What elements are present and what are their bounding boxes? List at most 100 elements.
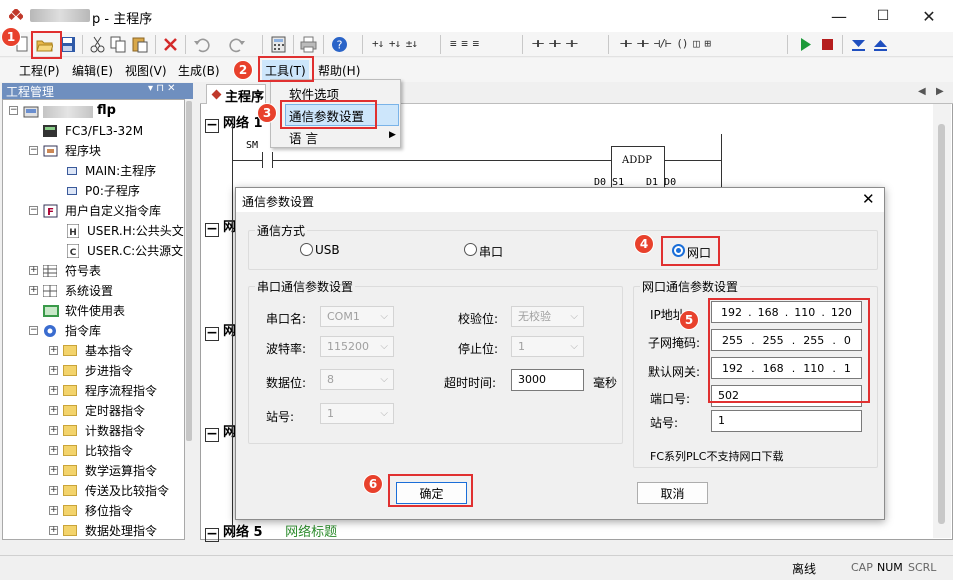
tab-main-label: 主程序	[225, 90, 265, 105]
menu-build[interactable]: 生成(B)	[178, 62, 220, 79]
dialog-close-icon[interactable]: ✕	[862, 190, 875, 208]
insert-tools-icon[interactable]: ⊣⊢ ⊣⊢ ⊣⊢	[532, 37, 578, 50]
tree-label-root: flp	[97, 103, 116, 118]
minimize-button[interactable]: —	[816, 0, 862, 32]
folder-icon	[63, 385, 77, 396]
run-icon[interactable]	[797, 36, 814, 53]
tree-label-instruction-lib: 指令库	[65, 324, 102, 338]
dialog-title-bar: 通信参数设置 ✕	[236, 188, 884, 212]
tree-scrollbar[interactable]	[185, 99, 193, 540]
serial-settings-group: 串口通信参数设置	[248, 278, 623, 444]
network-5-comment[interactable]: 网络标题	[285, 525, 337, 540]
menu-edit[interactable]: 编辑(E)	[72, 62, 113, 79]
radio-serial-label: 串口	[479, 245, 504, 259]
copy-icon[interactable]	[110, 36, 127, 53]
svg-text:H: H	[69, 228, 77, 238]
expand-icon[interactable]: +	[29, 266, 38, 275]
menu-item-language[interactable]: 语 言	[289, 128, 318, 147]
timeout-input[interactable]: 3000	[511, 369, 584, 391]
net-station-input[interactable]: 1	[711, 410, 862, 432]
collapse-icon[interactable]: −	[29, 146, 38, 155]
annotation-badge-1: 1	[1, 27, 21, 47]
plc-project-icon	[23, 106, 39, 118]
tree-label-basic: 基本指令	[85, 344, 134, 358]
paste-icon[interactable]	[131, 36, 148, 53]
editor-scroll-thumb[interactable]	[938, 124, 945, 524]
annotation-box-2	[258, 56, 314, 82]
serial-station-select[interactable]: 1 ⌵	[320, 403, 394, 424]
ladder-tools-group-1[interactable]: +↓ +↓ ±↓	[372, 37, 418, 50]
stopbits-select[interactable]: 1 ⌵	[511, 336, 584, 357]
calculator-icon[interactable]	[270, 36, 287, 53]
app-logo-icon	[9, 9, 23, 21]
expand-icon[interactable]: +	[29, 286, 38, 295]
program-tab-icon	[211, 89, 222, 100]
serial-legend: 串口通信参数设置	[257, 280, 354, 294]
svg-text:C: C	[70, 248, 77, 258]
redo-icon[interactable]	[229, 36, 246, 53]
program-block-icon	[43, 145, 58, 157]
status-num: NUM	[877, 561, 903, 574]
baud-select[interactable]: 115200 ⌵	[320, 336, 394, 357]
plc-icon	[43, 125, 57, 137]
annotation-box-3	[280, 100, 377, 129]
tree-label-shift: 移位指令	[85, 504, 134, 518]
tree-item-root[interactable]: − flp	[9, 102, 184, 122]
tree-label-step: 步进指令	[85, 364, 134, 378]
tree-label-transfer: 传送及比较指令	[85, 484, 170, 498]
editor-scrollbar[interactable]	[933, 104, 951, 538]
print-icon[interactable]	[300, 36, 317, 53]
submenu-arrow-icon: ▶	[389, 130, 396, 140]
tree-label-main: MAIN:主程序	[85, 164, 157, 178]
parity-select[interactable]: 无校验 ⌵	[511, 306, 584, 327]
network-5-header[interactable]: − 网络 5 网络标题	[205, 521, 337, 542]
tree-label-user-lib: 用户自定义指令库	[65, 204, 162, 218]
cut-icon[interactable]	[89, 36, 106, 53]
contact-tools-icon[interactable]: ⊣⊢ ⊣⊢ ⊣/⊢ () ◫ ⊞	[620, 37, 711, 50]
radio-usb-label: USB	[315, 243, 340, 257]
maximize-button[interactable]: ☐	[860, 0, 906, 32]
tree-scroll-thumb[interactable]	[186, 101, 192, 441]
net-port-label: 端口号:	[650, 392, 691, 406]
tree-label-flow: 程序流程指令	[85, 384, 158, 398]
delete-icon[interactable]	[162, 36, 179, 53]
help-icon[interactable]: ?	[331, 36, 348, 53]
tab-main-program[interactable]: 主程序	[206, 84, 266, 105]
serial-port-select[interactable]: COM1 ⌵	[320, 306, 394, 327]
cancel-button[interactable]: 取消	[637, 482, 708, 504]
annotation-box-5	[708, 298, 870, 403]
radio-usb[interactable]	[300, 243, 313, 256]
usage-table-icon	[43, 305, 59, 317]
undo-icon[interactable]	[193, 36, 210, 53]
stop-icon[interactable]	[819, 36, 836, 53]
folder-icon	[63, 465, 77, 476]
radio-serial[interactable]	[464, 243, 477, 256]
gateway-label: 默认网关:	[648, 365, 701, 379]
symbol-table-icon	[43, 265, 57, 277]
menu-project[interactable]: 工程(P)	[19, 62, 60, 79]
collapse-icon[interactable]: −	[9, 106, 18, 115]
tab-nav-right[interactable]: ▶	[936, 86, 944, 97]
annotation-box-4	[661, 236, 720, 266]
collapse-icon[interactable]: −	[29, 206, 38, 215]
upload-icon[interactable]	[872, 36, 889, 53]
timeout-label: 超时时间:	[444, 376, 497, 390]
annotation-box-1	[31, 31, 62, 59]
network-note: FC系列PLC不支持网口下载	[650, 450, 784, 463]
panel-controls[interactable]: ▾ ⊓ ✕	[148, 83, 176, 94]
align-tools-icon[interactable]: ≡ ≡ ≡	[450, 37, 479, 50]
menu-view[interactable]: 视图(V)	[125, 62, 167, 79]
databits-select[interactable]: 8 ⌵	[320, 369, 394, 390]
close-button[interactable]: ✕	[906, 0, 952, 32]
download-icon[interactable]	[850, 36, 867, 53]
collapse-icon[interactable]: −	[29, 326, 38, 335]
tab-nav-left[interactable]: ◀	[918, 86, 926, 97]
right-power-rail	[721, 134, 722, 190]
window-title: p - 主程序	[92, 12, 153, 27]
menu-help[interactable]: 帮助(H)	[318, 62, 360, 79]
network-1-header[interactable]: − 网络 1	[205, 112, 263, 133]
toolbar: ? +↓ +↓ ±↓ ≡ ≡ ≡ ⊣⊢ ⊣⊢ ⊣⊢ ⊣⊢ ⊣⊢ ⊣/⊢ () ◫…	[0, 32, 953, 57]
annotation-badge-5: 5	[679, 310, 699, 330]
baud-label: 波特率:	[266, 342, 307, 356]
tree-label-user-c: USER.C:公共源文	[87, 244, 184, 258]
